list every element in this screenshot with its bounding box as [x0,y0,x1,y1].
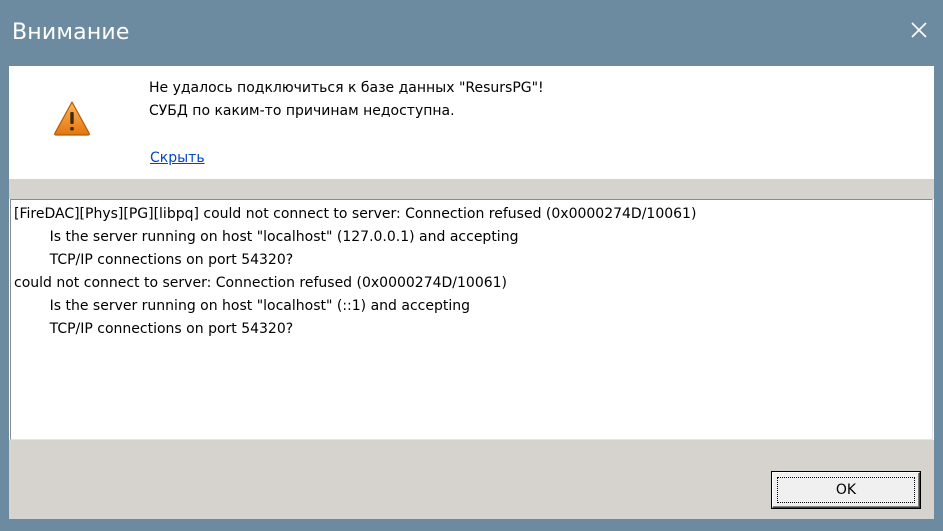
details-separator [9,179,934,199]
message-area: Не удалось подключиться к базе данных "R… [9,66,934,179]
ok-button-label: OK [835,482,857,498]
ok-button[interactable]: OK [772,472,920,508]
hide-details-link[interactable]: Скрыть [150,150,205,166]
dialog-window: Внимание Не удалось подключиться к базе … [0,0,943,531]
title-bar[interactable]: Внимание [0,0,943,66]
error-message-line-1: Не удалось подключиться к базе данных "R… [149,80,544,96]
close-button[interactable] [905,16,933,44]
button-bar: OK [9,440,934,519]
warning-icon [54,101,90,136]
details-text: [FireDAC][Phys][PG][libpq] could not con… [14,206,697,337]
details-textbox[interactable]: [FireDAC][Phys][PG][libpq] could not con… [10,199,933,440]
dialog-body: Не удалось подключиться к базе данных "R… [9,66,934,519]
window-title: Внимание [12,20,130,45]
error-message-line-2: СУБД по каким-то причинам недоступна. [149,103,455,119]
close-icon [911,22,927,38]
